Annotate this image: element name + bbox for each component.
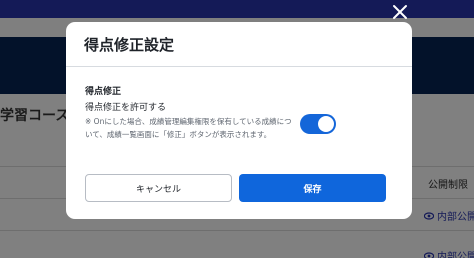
visibility-status-label: 内部公開 — [437, 212, 474, 223]
allow-score-correction-toggle[interactable] — [300, 114, 336, 134]
visibility-status: 内部公開 — [424, 248, 474, 258]
visibility-status-label: 内部公開 — [437, 252, 474, 258]
eye-icon — [424, 211, 434, 220]
visibility-status: 内部公開 — [424, 208, 474, 223]
section-label: 得点修正 — [85, 87, 122, 97]
toggle-knob — [318, 116, 334, 132]
dialog-header: 得点修正設定 — [66, 22, 412, 67]
column-header-visibility: 公開制限 — [428, 180, 468, 191]
save-button[interactable]: 保存 — [239, 174, 386, 202]
close-icon[interactable] — [391, 3, 409, 21]
eye-icon — [424, 251, 434, 258]
cancel-button[interactable]: キャンセル — [85, 174, 232, 202]
dialog-title: 得点修正設定 — [84, 35, 175, 54]
score-correction-settings-dialog: 得点修正設定 得点修正 得点修正を許可する ※ Onにした場合、成績管理編集権限… — [66, 22, 412, 219]
toggle-label: 得点修正を許可する — [85, 103, 167, 113]
divider — [0, 230, 474, 231]
help-note: ※ Onにした場合、成績管理編集権限を保有している成績について、成績一覧画面に「… — [85, 117, 292, 139]
